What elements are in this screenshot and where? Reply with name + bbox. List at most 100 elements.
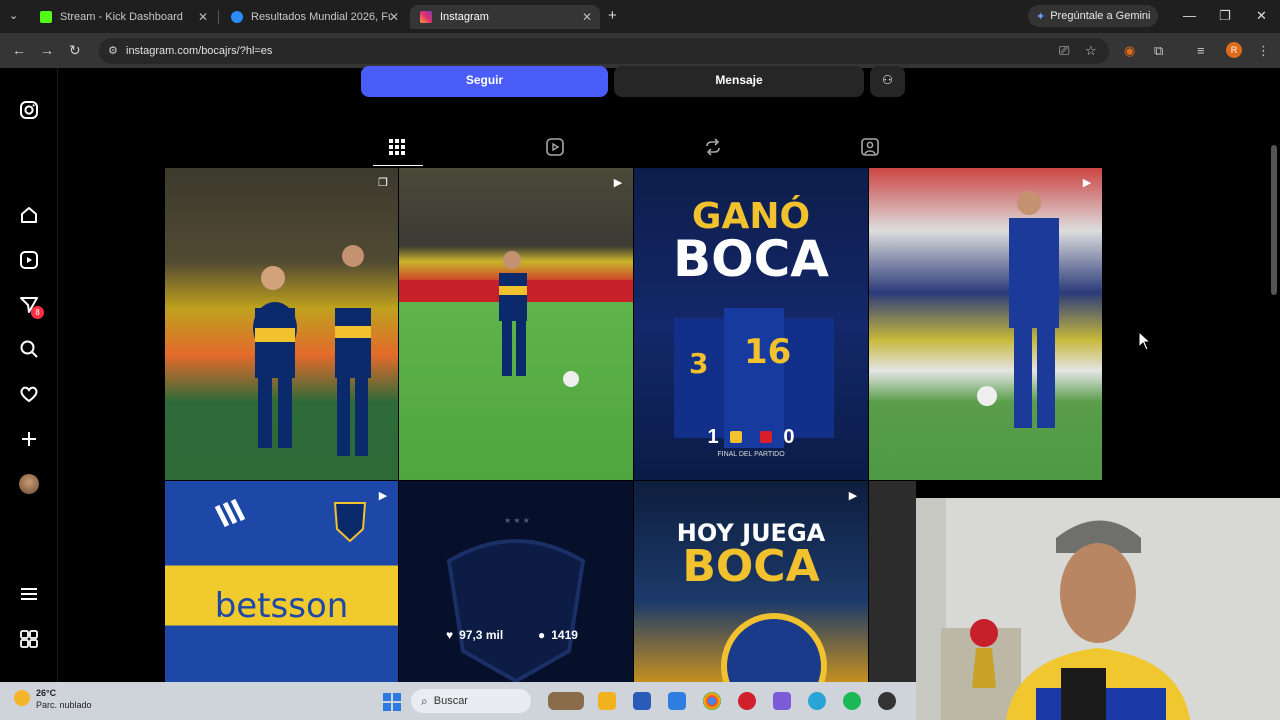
mouse-cursor: [1138, 330, 1152, 356]
page-scrollbar[interactable]: [1271, 145, 1277, 295]
reload-button[interactable]: ↻: [69, 42, 81, 59]
profile-avatar[interactable]: R: [1226, 42, 1242, 58]
post-caption: FINAL DEL PARTIDO: [717, 451, 785, 458]
omnibox[interactable]: ⚙ instagram.com/bocajrs/?hl=es: [99, 38, 1109, 64]
reels-tab-icon: [546, 138, 564, 156]
close-window-button[interactable]: ✕: [1256, 8, 1267, 24]
reel-icon: ▶: [613, 177, 623, 189]
tab-tagged[interactable]: [860, 138, 880, 158]
jersey-photo: [214, 498, 367, 543]
player-photo: [977, 191, 1059, 428]
site-info-icon[interactable]: ⚙: [108, 44, 118, 57]
extension-icon[interactable]: ◉: [1124, 43, 1135, 59]
reel-icon: ▶: [378, 490, 388, 502]
hamburger-menu-icon[interactable]: [18, 584, 40, 606]
post-thumbnail[interactable]: HOY JUEGA BOCA ▶: [634, 481, 868, 682]
score-line: 1 0: [634, 426, 868, 449]
message-button[interactable]: Mensaje: [614, 66, 864, 97]
spotify-icon[interactable]: [843, 692, 861, 710]
taskbar-search[interactable]: ⌕ Buscar: [411, 689, 531, 713]
home-icon[interactable]: [18, 205, 40, 227]
bookmark-star-icon[interactable]: ☆: [1085, 43, 1097, 59]
back-button[interactable]: ←: [12, 42, 26, 58]
crest-graphic: [721, 613, 827, 682]
instagram-logo-icon[interactable]: [18, 100, 40, 122]
tab-kick[interactable]: Stream - Kick Dashboard ✕: [30, 5, 216, 29]
close-icon[interactable]: ✕: [582, 10, 592, 24]
forward-button[interactable]: →: [40, 42, 54, 58]
gemini-button[interactable]: ✦ Pregúntale a Gemini: [1028, 5, 1158, 27]
post-comments: ● 1419: [538, 628, 578, 642]
heart-icon[interactable]: [18, 384, 40, 406]
url-text: instagram.com/bocajrs/?hl=es: [126, 45, 273, 57]
widget-icon[interactable]: [548, 692, 584, 710]
edge-icon[interactable]: [808, 692, 826, 710]
post-thumbnail[interactable]: [869, 481, 916, 682]
profile-avatar-icon[interactable]: [19, 474, 39, 494]
comment-filled-icon: ●: [538, 628, 546, 642]
partly-cloudy-icon: [14, 690, 30, 706]
post-thumbnail[interactable]: betsson ▶: [165, 481, 398, 682]
reel-icon: ▶: [1082, 177, 1092, 189]
create-plus-icon[interactable]: [18, 429, 40, 451]
add-person-icon: ⚇: [882, 73, 893, 87]
comments-count: 1419: [551, 628, 578, 642]
webcam-overlay: [916, 498, 1280, 720]
new-tab-button[interactable]: +: [608, 7, 617, 24]
reels-icon[interactable]: [18, 250, 40, 272]
grid-icon: [389, 139, 405, 155]
extensions-puzzle-icon[interactable]: ⧉: [1154, 43, 1163, 59]
start-button[interactable]: [383, 693, 401, 711]
post-thumbnail[interactable]: ❐: [165, 168, 398, 480]
boca-crest-icon: [730, 431, 743, 443]
close-icon[interactable]: ✕: [389, 10, 399, 24]
word-icon[interactable]: [633, 692, 651, 710]
app-record-icon[interactable]: [738, 692, 756, 710]
tab-instagram[interactable]: Instagram ✕: [410, 5, 600, 29]
weather-widget[interactable]: 26°C Parc. nublado: [14, 687, 92, 711]
chrome-icon[interactable]: [703, 692, 721, 710]
teams-icon[interactable]: [773, 692, 791, 710]
suggested-users-button[interactable]: ⚇: [870, 66, 905, 97]
cast-icon[interactable]: ⎚: [1059, 43, 1069, 59]
tab-results[interactable]: Resultados Mundial 2026, Fútbol ✕: [221, 5, 407, 29]
opponent-crest-icon: [759, 431, 772, 443]
likes-count: 97,3 mil: [459, 628, 504, 642]
tab-reposts[interactable]: [703, 138, 723, 158]
search-icon[interactable]: [18, 339, 40, 361]
media-control-icon[interactable]: ≡: [1197, 43, 1205, 58]
svg-text:16: 16: [744, 332, 791, 372]
svg-text:★ ★ ★: ★ ★ ★: [504, 516, 530, 525]
carousel-icon: ❐: [378, 177, 388, 189]
search-placeholder: Buscar: [433, 695, 468, 707]
menu-icon[interactable]: ⋮: [1257, 43, 1270, 59]
close-icon[interactable]: ✕: [198, 10, 208, 24]
tab-search-icon[interactable]: ⌄: [9, 9, 18, 22]
apps-grid-icon[interactable]: [18, 629, 40, 651]
tab-reels[interactable]: [545, 138, 565, 158]
gemini-label: Pregúntale a Gemini: [1050, 10, 1151, 22]
post-thumbnail[interactable]: ★ ★ ★: [399, 481, 633, 682]
minimize-button[interactable]: —: [1183, 8, 1196, 23]
browser-tab-bar: ⌄ Stream - Kick Dashboard ✕ Resultados M…: [0, 0, 1280, 33]
restore-button[interactable]: ❐: [1219, 8, 1231, 24]
post-thumbnail[interactable]: ▶: [869, 168, 1102, 480]
follow-button[interactable]: Seguir: [361, 66, 608, 97]
player-photo: [253, 245, 371, 456]
file-explorer-icon[interactable]: [598, 692, 616, 710]
tab-title: Resultados Mundial 2026, Fútbol: [251, 11, 391, 23]
notification-badge: 8: [31, 306, 44, 319]
repost-icon: [706, 138, 720, 156]
notepad-icon[interactable]: [668, 692, 686, 710]
score-home: 1: [707, 426, 719, 448]
post-thumbnail[interactable]: ▶: [399, 168, 633, 480]
results-icon: [231, 11, 243, 23]
address-bar-row: ← → ↻ ⚙ instagram.com/bocajrs/?hl=es ⎚ ☆…: [0, 33, 1280, 68]
obs-icon[interactable]: [878, 692, 896, 710]
gemini-icon: ✦: [1036, 10, 1046, 23]
tab-title: Instagram: [440, 11, 489, 23]
post-thumbnail[interactable]: GANÓ BOCA 16 3 1 0 FINAL DEL PARTIDO: [634, 168, 868, 480]
instagram-icon: [420, 11, 432, 23]
post-likes: ♥ 97,3 mil: [446, 628, 503, 642]
tab-posts-grid[interactable]: [387, 138, 407, 158]
